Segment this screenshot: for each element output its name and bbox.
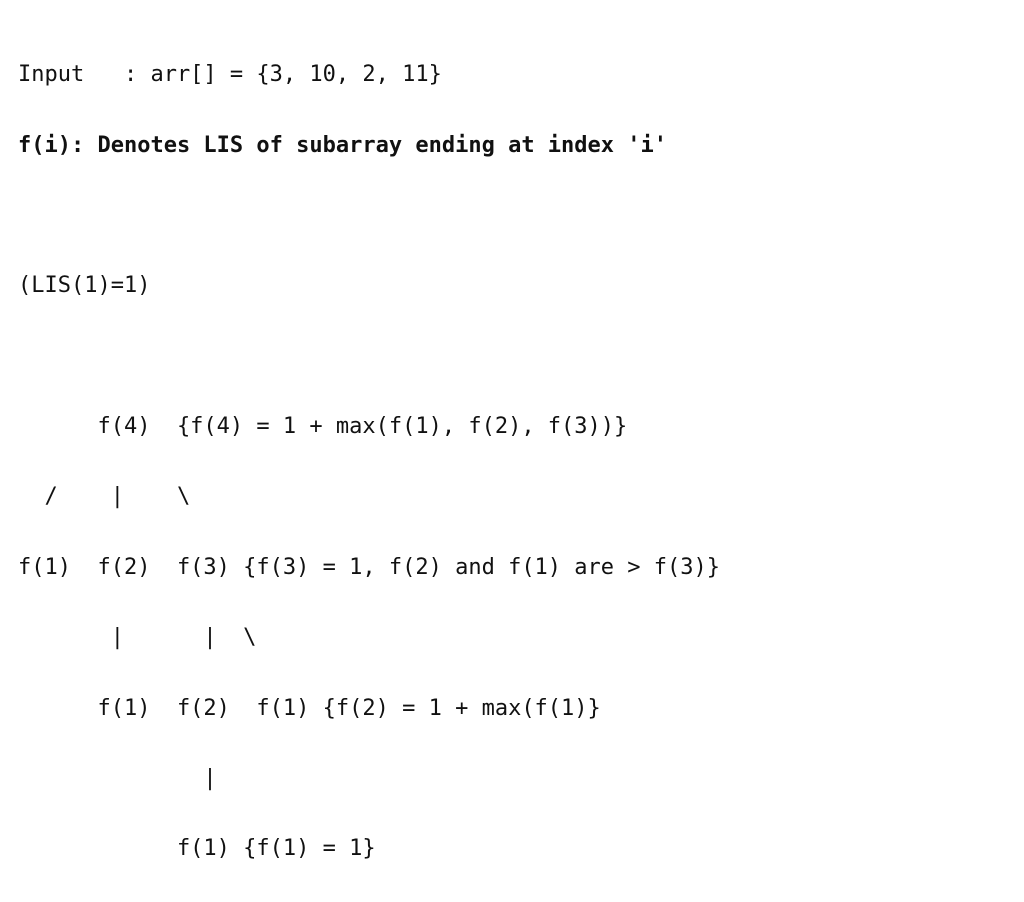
line-tree-row: | bbox=[18, 766, 217, 791]
line-tree-row: / | \ bbox=[18, 484, 190, 509]
line-tree-row: f(1) {f(1) = 1} bbox=[18, 836, 376, 861]
line-definition: f(i): Denotes LIS of subarray ending at … bbox=[18, 133, 667, 158]
line-tree-row: f(4) {f(4) = 1 + max(f(1), f(2), f(3))} bbox=[18, 414, 627, 439]
line-tree-row: f(1) f(2) f(1) {f(2) = 1 + max(f(1)} bbox=[18, 696, 601, 721]
code-explanation-block: Input : arr[] = {3, 10, 2, 11} f(i): Den… bbox=[0, 0, 1024, 902]
line-base-case: (LIS(1)=1) bbox=[18, 273, 150, 298]
line-tree-row: | | \ bbox=[18, 625, 256, 650]
line-input: Input : arr[] = {3, 10, 2, 11} bbox=[18, 62, 442, 87]
line-tree-row: f(1) f(2) f(3) {f(3) = 1, f(2) and f(1) … bbox=[18, 555, 720, 580]
